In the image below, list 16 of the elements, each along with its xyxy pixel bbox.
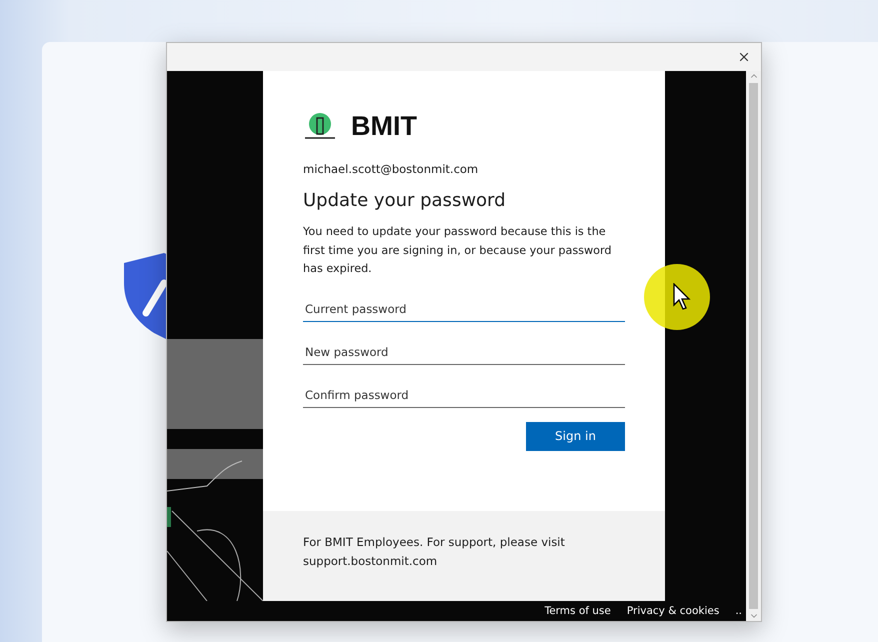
password-field[interactable]: Current password [303,298,625,322]
account-email: michael.scott@bostonmit.com [303,162,480,176]
brand-name: BMIT [351,111,417,142]
footer-link[interactable]: Privacy & cookies [626,605,720,617]
sign-in-button[interactable]: Sign in [526,422,625,450]
support-text: For BMIT Employees. For support, please visit support.bostonmit.com [303,534,566,570]
more-link[interactable]: .. [735,605,742,617]
pointer-icon [673,283,691,311]
info-message: You need to update your password because this is the first time you are signing in, or because your password has expired. [303,224,612,277]
footer-link[interactable]: Terms of use [544,605,611,617]
password-field[interactable]: Confirm password [303,384,625,408]
scrollbar[interactable] [746,71,761,621]
close-icon[interactable] [737,50,751,64]
lighthouse-logo-icon [303,112,337,142]
page-heading: Update your password [303,190,507,211]
password-field[interactable]: New password [303,340,625,364]
